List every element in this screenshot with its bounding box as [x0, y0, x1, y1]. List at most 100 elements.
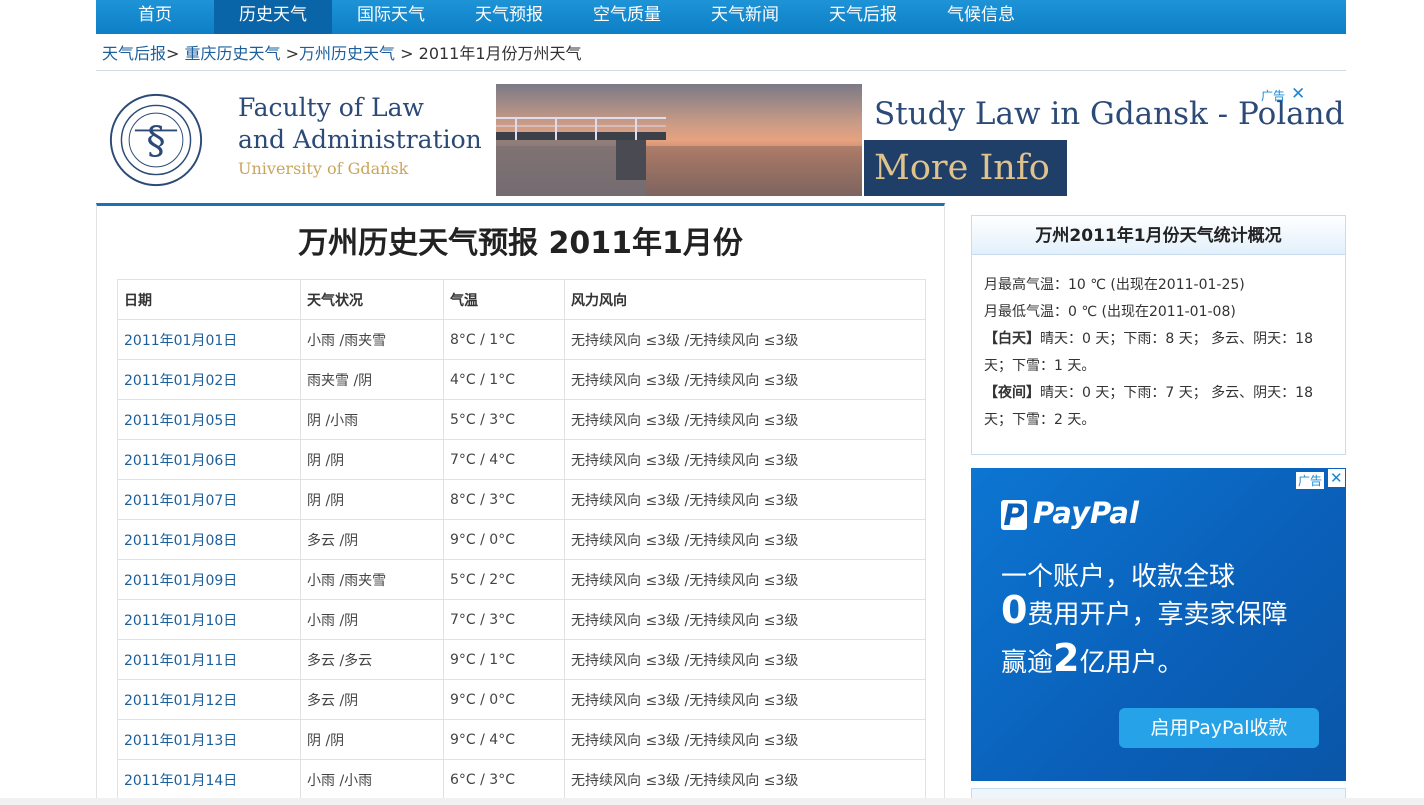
breadcrumb: 天气后报> 重庆历史天气 >万州历史天气 > 2011年1月份万州天气 — [102, 40, 582, 64]
col-header-temperature: 气温 — [443, 279, 565, 320]
paypal-cta-button[interactable]: 启用PayPal收款 — [1119, 708, 1319, 748]
cell-wind: 无持续风向 ≤3级 /无持续风向 ≤3级 — [564, 319, 926, 360]
nav-international-weather[interactable]: 国际天气 — [332, 0, 450, 34]
paypal-line-3-pre: 赢逾 — [1001, 648, 1054, 678]
weather-table: 日期 天气状况 气温 风力风向 2011年01月01日 小雨 /雨夹雪 8°C / … — [117, 279, 926, 800]
date-link[interactable]: 2011年01月02日 — [124, 373, 237, 389]
stats-max-temp: 月最高气温：10 ℃ (出现在2011-01-25) — [984, 277, 1245, 293]
date-link[interactable]: 2011年01月13日 — [124, 733, 237, 749]
cell-temperature: 9°C / 0°C — [443, 519, 565, 560]
cell-date: 2011年01月05日 — [117, 399, 301, 440]
date-link[interactable]: 2011年01月01日 — [124, 333, 237, 349]
cell-date: 2011年01月13日 — [117, 719, 301, 760]
breadcrumb-link-chongqing[interactable]: 重庆历史天气 — [185, 44, 281, 63]
paypal-logo-text: PayPal — [1033, 496, 1139, 530]
col-header-wind: 风力风向 — [564, 279, 926, 320]
breadcrumb-link-home[interactable]: 天气后报 — [102, 44, 166, 63]
monthly-stats-panel: 万州2011年1月份天气统计概况 月最高气温：10 ℃ (出现在2011-01-… — [971, 215, 1346, 455]
faculty-university: University of Gdańsk — [238, 159, 409, 178]
stats-night-label: 【夜间】 — [984, 385, 1040, 401]
date-link[interactable]: 2011年01月14日 — [124, 773, 237, 789]
cell-date: 2011年01月10日 — [117, 599, 301, 640]
nav-climate-info[interactable]: 气候信息 — [922, 0, 1040, 34]
page-title: 万州历史天气预报 2011年1月份 — [298, 226, 743, 261]
cell-condition: 多云 /多云 — [300, 639, 444, 680]
stats-title: 万州2011年1月份天气统计概况 — [972, 216, 1345, 255]
table-row: 2011年01月08日 多云 /阴 9°C / 0°C 无持续风向 ≤3级 /无持续风… — [117, 519, 926, 560]
top-nav: 首页 历史天气 国际天气 天气预报 空气质量 天气新闻 天气后报 气候信息 — [96, 0, 1346, 34]
paypal-line-2-text: 费用开户，享卖家保障 — [1027, 600, 1288, 630]
nav-air-quality[interactable]: 空气质量 — [568, 0, 686, 34]
cell-condition: 阴 /阴 — [300, 439, 444, 480]
paypal-line-3: 赢逾2亿用户。 — [1001, 636, 1183, 680]
cell-temperature: 7°C / 4°C — [443, 439, 565, 480]
cell-date: 2011年01月08日 — [117, 519, 301, 560]
table-row: 2011年01月02日 雨夹雪 /阴 4°C / 1°C 无持续风向 ≤3级 /无持续… — [117, 359, 926, 400]
faculty-name: Faculty of Law and Administration Univer… — [238, 92, 482, 182]
breadcrumb-separator: > — [285, 44, 300, 63]
date-link[interactable]: 2011年01月10日 — [124, 613, 237, 629]
date-link[interactable]: 2011年01月08日 — [124, 533, 237, 549]
breadcrumb-link-wanzhou[interactable]: 万州历史天气 — [299, 44, 395, 63]
cell-condition: 雨夹雪 /阴 — [300, 359, 444, 400]
cell-temperature: 7°C / 3°C — [443, 599, 565, 640]
table-row: 2011年01月13日 阴 /阴 9°C / 4°C 无持续风向 ≤3级 /无持续风向… — [117, 719, 926, 760]
breadcrumb-separator: > — [166, 44, 180, 63]
date-link[interactable]: 2011年01月09日 — [124, 573, 237, 589]
ad-pier-image — [496, 84, 862, 196]
cell-temperature: 6°C / 3°C — [443, 759, 565, 800]
cell-date: 2011年01月09日 — [117, 559, 301, 600]
cell-wind: 无持续风向 ≤3级 /无持续风向 ≤3级 — [564, 479, 926, 520]
cell-wind: 无持续风向 ≤3级 /无持续风向 ≤3级 — [564, 559, 926, 600]
col-header-condition: 天气状况 — [300, 279, 444, 320]
paypal-line-3-post: 亿用户。 — [1079, 648, 1184, 678]
cell-date: 2011年01月07日 — [117, 479, 301, 520]
cell-date: 2011年01月12日 — [117, 679, 301, 720]
university-seal-icon: § — [109, 93, 203, 187]
pier-illustration — [496, 117, 862, 196]
table-row: 2011年01月11日 多云 /多云 9°C / 1°C 无持续风向 ≤3级 /无持续… — [117, 639, 926, 680]
top-banner-ad[interactable]: § Faculty of Law and Administration Univ… — [96, 82, 1344, 198]
date-link[interactable]: 2011年01月07日 — [124, 493, 237, 509]
cell-wind: 无持续风向 ≤3级 /无持续风向 ≤3级 — [564, 599, 926, 640]
breadcrumb-separator: > — [400, 44, 414, 63]
table-row: 2011年01月09日 小雨 /雨夹雪 5°C / 2°C 无持续风向 ≤3级 /无持… — [117, 559, 926, 600]
date-link[interactable]: 2011年01月05日 — [124, 413, 237, 429]
cell-date: 2011年01月11日 — [117, 639, 301, 680]
cell-condition: 阴 /阴 — [300, 479, 444, 520]
cell-temperature: 8°C / 1°C — [443, 319, 565, 360]
date-link[interactable]: 2011年01月06日 — [124, 453, 237, 469]
paypal-ad[interactable]: P PayPal 一个账户，收款全球 0费用开户，享卖家保障 赢逾2亿用户。 启用… — [971, 468, 1346, 781]
date-link[interactable]: 2011年01月12日 — [124, 693, 237, 709]
cell-condition: 多云 /阴 — [300, 679, 444, 720]
cell-temperature: 9°C / 1°C — [443, 639, 565, 680]
nav-weather-report[interactable]: 天气后报 — [804, 0, 922, 34]
cell-wind: 无持续风向 ≤3级 /无持续风向 ≤3级 — [564, 439, 926, 480]
cell-wind: 无持续风向 ≤3级 /无持续风向 ≤3级 — [564, 639, 926, 680]
faculty-line-1: Faculty of Law — [238, 93, 424, 122]
date-link[interactable]: 2011年01月11日 — [124, 653, 237, 669]
nav-weather-news[interactable]: 天气新闻 — [686, 0, 804, 34]
ad-more-info-button[interactable]: More Info — [864, 140, 1067, 196]
ad-close-icon[interactable]: ✕ — [1328, 469, 1345, 487]
cell-condition: 阴 /阴 — [300, 719, 444, 760]
stats-day-label: 【白天】 — [984, 331, 1040, 347]
cell-wind: 无持续风向 ≤3级 /无持续风向 ≤3级 — [564, 759, 926, 800]
cell-temperature: 9°C / 4°C — [443, 719, 565, 760]
cell-condition: 小雨 /雨夹雪 — [300, 319, 444, 360]
divider — [96, 70, 1346, 71]
paypal-line-2-number: 0 — [1001, 588, 1028, 632]
col-header-date: 日期 — [117, 279, 301, 320]
stats-daytime: 【白天】晴天：0 天；下雨：8 天； 多云、阴天：18 天；下雪：1 天。 — [984, 326, 1333, 380]
nav-home[interactable]: 首页 — [96, 0, 214, 34]
paypal-line-2: 0费用开户，享卖家保障 — [1001, 588, 1287, 632]
ad-close-icon[interactable]: ✕ — [1291, 84, 1305, 104]
nav-weather-forecast[interactable]: 天气预报 — [450, 0, 568, 34]
table-row: 2011年01月06日 阴 /阴 7°C / 4°C 无持续风向 ≤3级 /无持续风向… — [117, 439, 926, 480]
nav-history-weather[interactable]: 历史天气 — [214, 0, 332, 34]
table-row: 2011年01月12日 多云 /阴 9°C / 0°C 无持续风向 ≤3级 /无持续风… — [117, 679, 926, 720]
cell-date: 2011年01月02日 — [117, 359, 301, 400]
cell-temperature: 5°C / 2°C — [443, 559, 565, 600]
paypal-line-3-number: 2 — [1053, 636, 1080, 680]
cell-temperature: 5°C / 3°C — [443, 399, 565, 440]
